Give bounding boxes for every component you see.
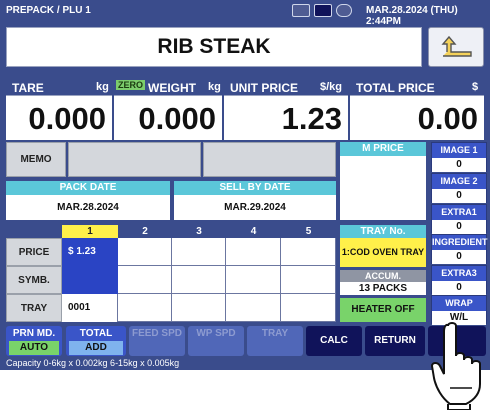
unit-price-header: UNIT PRICE $/kg [224,79,350,95]
grid-cell[interactable] [118,266,172,294]
hand-pointer-icon [430,322,481,410]
tray-button: TRAY [247,326,303,356]
monitor-icon [292,4,310,17]
row-label-symb: SYMB. [6,266,62,294]
mprice-header: M PRICE [340,142,426,156]
tray-no-value[interactable]: 1:COD OVEN TRAY [340,238,426,267]
memo-field-1[interactable] [68,142,201,177]
tare-header: TARE kg [6,79,114,95]
prn-md-button[interactable]: PRN MD. AUTO [6,326,62,356]
price-grid: 1 2 3 4 5 PRICE SYMB. TRAY $ 1.23 0001 [6,225,336,322]
column-header[interactable]: 1 [62,225,118,238]
column-header[interactable]: 3 [172,225,226,238]
unit-price-value: 1.23 [224,95,348,140]
capacity-label: Capacity 0-6kg x 0.002kg 6-15kg x 0.005k… [6,358,180,368]
total-price-header: TOTAL PRICE $ [350,79,484,95]
scale-screen: PREPACK / PLU 1 MAR.28.2024 (THU) 2:44PM… [0,0,490,370]
row-label-tray: TRAY [6,294,62,322]
mprice-value[interactable] [340,156,426,220]
tare-value: 0.000 [6,95,112,140]
grid-cell-symb-1[interactable] [62,266,118,294]
grid-cell[interactable] [226,266,281,294]
image1-button[interactable]: IMAGE 10 [431,142,487,172]
grid-cell[interactable] [281,266,336,294]
memo-field-2[interactable] [203,142,336,177]
network-icon [336,4,352,17]
wrap-mode-button[interactable]: WRAP MODEW/L [431,295,487,325]
grid-cell-tray-1[interactable]: 0001 [62,294,118,322]
grid-cell[interactable] [118,294,172,322]
extra3-button[interactable]: EXTRA3 0 [431,265,487,295]
calc-button[interactable]: CALC [306,326,362,356]
pack-date-value[interactable]: MAR.28.2024 [6,195,170,220]
memo-button[interactable]: MEMO [6,142,66,177]
date-time: MAR.28.2024 (THU) 2:44PM [366,5,458,27]
column-header[interactable]: 4 [226,225,281,238]
weight-header: ZERO WEIGHT kg [114,79,224,95]
wrap-speed-button: WP SPD [188,326,244,356]
pack-date-header: PACK DATE [6,181,170,195]
back-button[interactable] [428,27,484,67]
column-header[interactable]: 2 [118,225,172,238]
sell-by-date-value[interactable]: MAR.29.2024 [174,195,336,220]
row-label-price: PRICE [6,238,62,266]
top-status-bar: PREPACK / PLU 1 MAR.28.2024 (THU) 2:44PM [0,0,490,27]
total-price-value: 0.00 [350,95,484,140]
zero-indicator: ZERO [116,80,146,90]
image2-button[interactable]: IMAGE 20 [431,173,487,203]
weight-value: 0.000 [114,95,222,140]
heater-off-button[interactable]: HEATER OFF [340,298,426,322]
grid-cell[interactable] [118,238,172,266]
column-header[interactable]: 5 [281,225,336,238]
extra1-button[interactable]: EXTRA1 0 [431,204,487,234]
battery-icon [314,4,332,17]
grid-cell[interactable] [226,294,281,322]
total-add-button[interactable]: TOTAL ADD [66,326,126,356]
ingredient-button[interactable]: INGREDIENT 0 [431,234,488,264]
grid-cell[interactable] [172,294,226,322]
grid-cell[interactable] [281,294,336,322]
grid-cell[interactable] [226,238,281,266]
mode-title: PREPACK / PLU 1 [6,5,91,16]
grid-cell[interactable] [172,266,226,294]
accum-value: 13 PACKS [340,282,426,295]
back-arrow-icon [441,35,472,57]
return-button[interactable]: RETURN [365,326,425,356]
grid-cell[interactable] [172,238,226,266]
accum-header: ACCUM. [340,270,426,282]
tray-no-header: TRAY No. [340,225,426,238]
sell-by-date-header: SELL BY DATE [174,181,336,195]
grid-cell-price-1[interactable]: $ 1.23 [62,238,118,266]
product-name[interactable]: RIB STEAK [6,27,422,67]
grid-cell[interactable] [281,238,336,266]
feed-speed-button: FEED SPD [129,326,185,356]
